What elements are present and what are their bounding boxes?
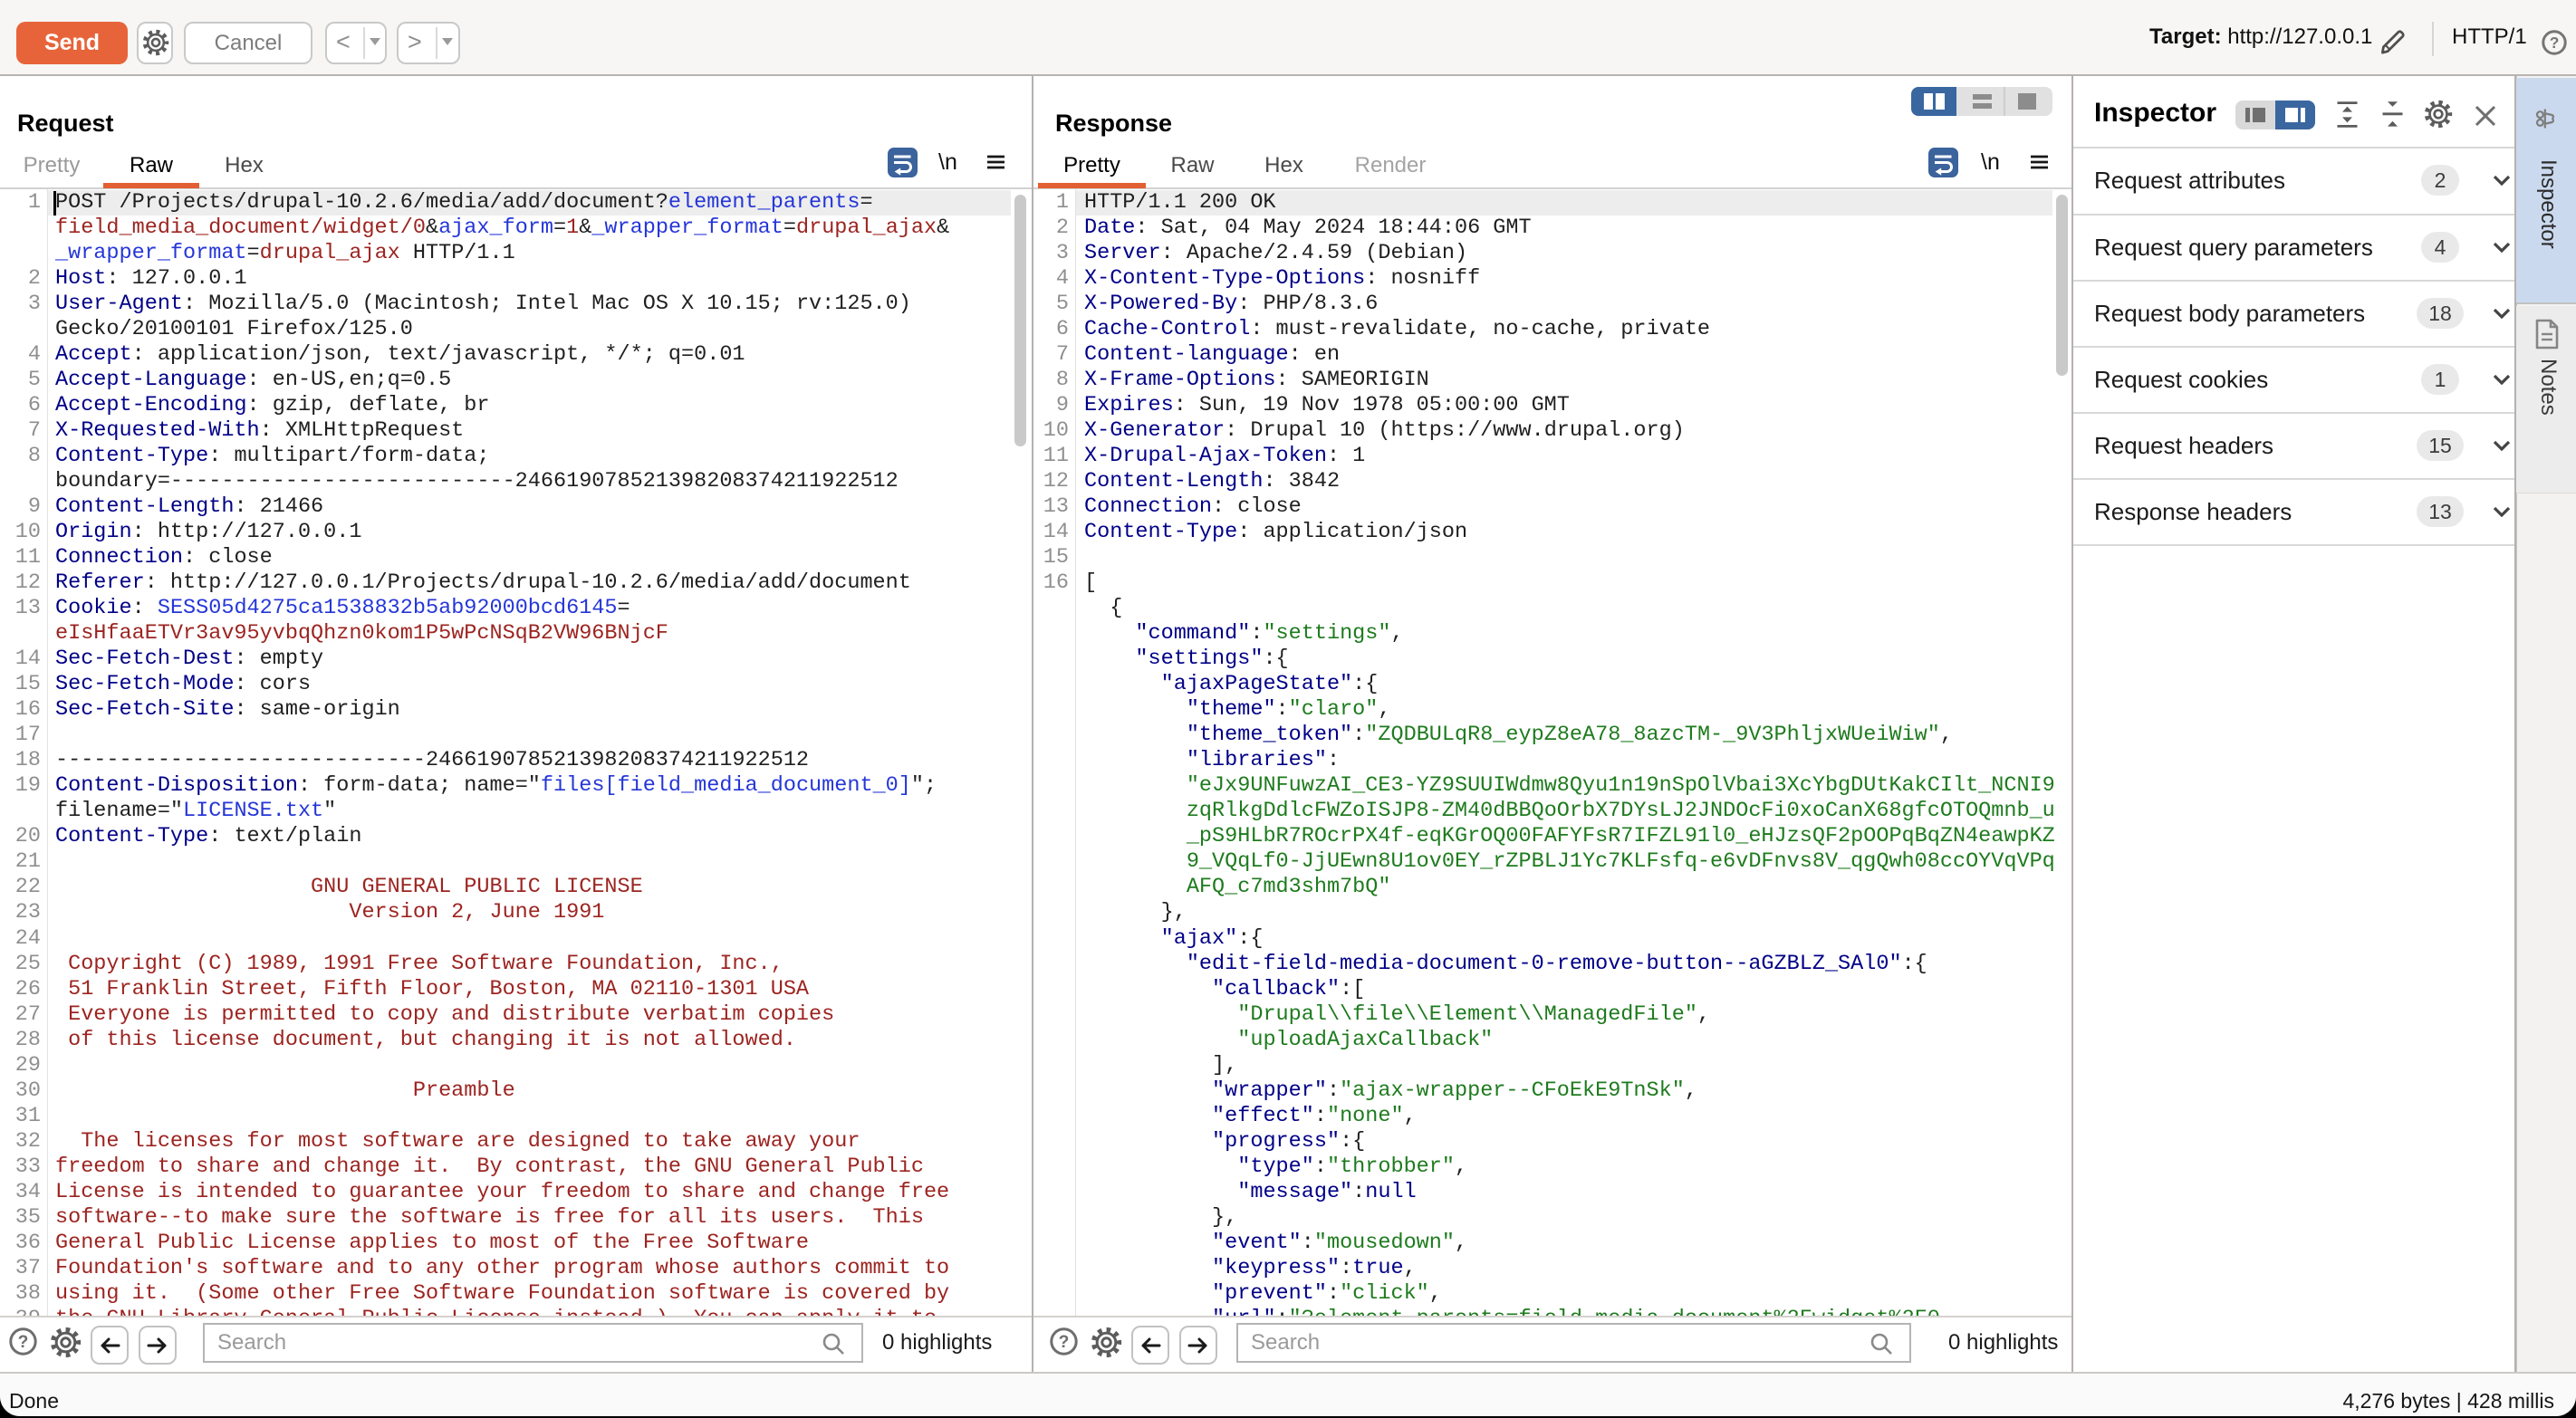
svg-text:?: ? [2550, 34, 2560, 52]
svg-text:?: ? [18, 1333, 29, 1352]
svg-text:?: ? [1059, 1333, 1070, 1352]
